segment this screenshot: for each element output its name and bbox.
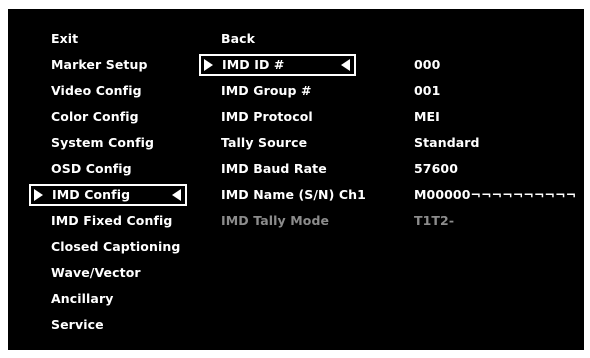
value-text: 57600 [414,161,458,176]
submenu-item-label: Back [221,31,256,46]
menu-item-video-config[interactable]: Video Config [30,78,187,104]
menu-item-label: Ancillary [51,291,114,306]
value-tally-source: Standard [414,130,576,156]
selection-arrow-left-icon [172,189,181,201]
selection-arrow-left-icon [341,59,350,71]
menu-item-ancillary[interactable]: Ancillary [30,286,187,312]
submenu-item-label: Tally Source [221,135,308,150]
value-text: Standard [414,135,480,150]
value-text: T1T2- [414,213,455,228]
value-imd-protocol: MEI [414,104,576,130]
menu-item-wave-vector[interactable]: Wave/Vector [30,260,187,286]
submenu-item-label: IMD Baud Rate [221,161,327,176]
menu-item-label: Service [51,317,104,332]
value-text: MEI [414,109,440,124]
menu-item-label: IMD Fixed Config [51,213,173,228]
menu-item-service[interactable]: Service [30,312,187,338]
menu-item-system-config[interactable]: System Config [30,130,187,156]
submenu-item-imd-id-selected[interactable]: IMD ID # [199,54,356,76]
menu-item-osd-config[interactable]: OSD Config [30,156,187,182]
menu-item-label: Exit [51,31,79,46]
menu-item-imd-fixed-config[interactable]: IMD Fixed Config [30,208,187,234]
submenu-item-imd-group[interactable]: IMD Group # [200,78,366,104]
submenu-item-back[interactable]: Back [200,26,366,52]
menu-item-label: OSD Config [51,161,132,176]
value-imd-name: M00000¬¬¬¬¬¬¬¬¬¬ [414,182,576,208]
menu-item-label: Marker Setup [51,57,148,72]
menu-item-closed-captioning[interactable]: Closed Captioning [30,234,187,260]
submenu-item-imd-name[interactable]: IMD Name (S/N) Ch1 [200,182,366,208]
menu-item-label: IMD Config [52,187,131,202]
menu-item-label: System Config [51,135,155,150]
menu-item-label: Closed Captioning [51,239,181,254]
value-text: 000 [414,57,441,72]
submenu-item-label: IMD ID # [222,57,285,72]
submenu-item-label: IMD Tally Mode [221,213,330,228]
submenu-item-label: IMD Name (S/N) Ch1 [221,187,366,202]
value-text: M00000¬¬¬¬¬¬¬¬¬¬ [414,187,577,202]
setting-values: 000 001 MEI Standard 57600 M00000¬¬¬¬¬¬¬… [414,26,576,234]
value-text: 001 [414,83,441,98]
value-imd-group: 001 [414,78,576,104]
menu-item-imd-config-selected[interactable]: IMD Config [29,184,187,206]
submenu-item-label: IMD Group # [221,83,312,98]
main-menu: Exit Marker Setup Video Config Color Con… [29,26,187,338]
submenu-item-imd-protocol[interactable]: IMD Protocol [200,104,366,130]
menu-item-color-config[interactable]: Color Config [30,104,187,130]
imd-config-submenu: Back IMD ID # IMD Group # IMD Protocol T… [199,26,366,234]
selection-arrow-right-icon [34,189,43,201]
value-empty [414,26,576,52]
value-imd-baud-rate: 57600 [414,156,576,182]
menu-item-label: Color Config [51,109,139,124]
selection-arrow-right-icon [204,59,213,71]
submenu-item-imd-tally-mode-disabled: IMD Tally Mode [200,208,366,234]
menu-item-marker-setup[interactable]: Marker Setup [30,52,187,78]
menu-item-exit[interactable]: Exit [30,26,187,52]
menu-item-label: Wave/Vector [51,265,141,280]
osd-menu-panel: Exit Marker Setup Video Config Color Con… [8,9,584,350]
menu-item-label: Video Config [51,83,142,98]
submenu-item-imd-baud-rate[interactable]: IMD Baud Rate [200,156,366,182]
submenu-item-tally-source[interactable]: Tally Source [200,130,366,156]
value-imd-tally-mode: T1T2- [414,208,576,234]
submenu-item-label: IMD Protocol [221,109,313,124]
value-imd-id: 000 [414,52,576,78]
